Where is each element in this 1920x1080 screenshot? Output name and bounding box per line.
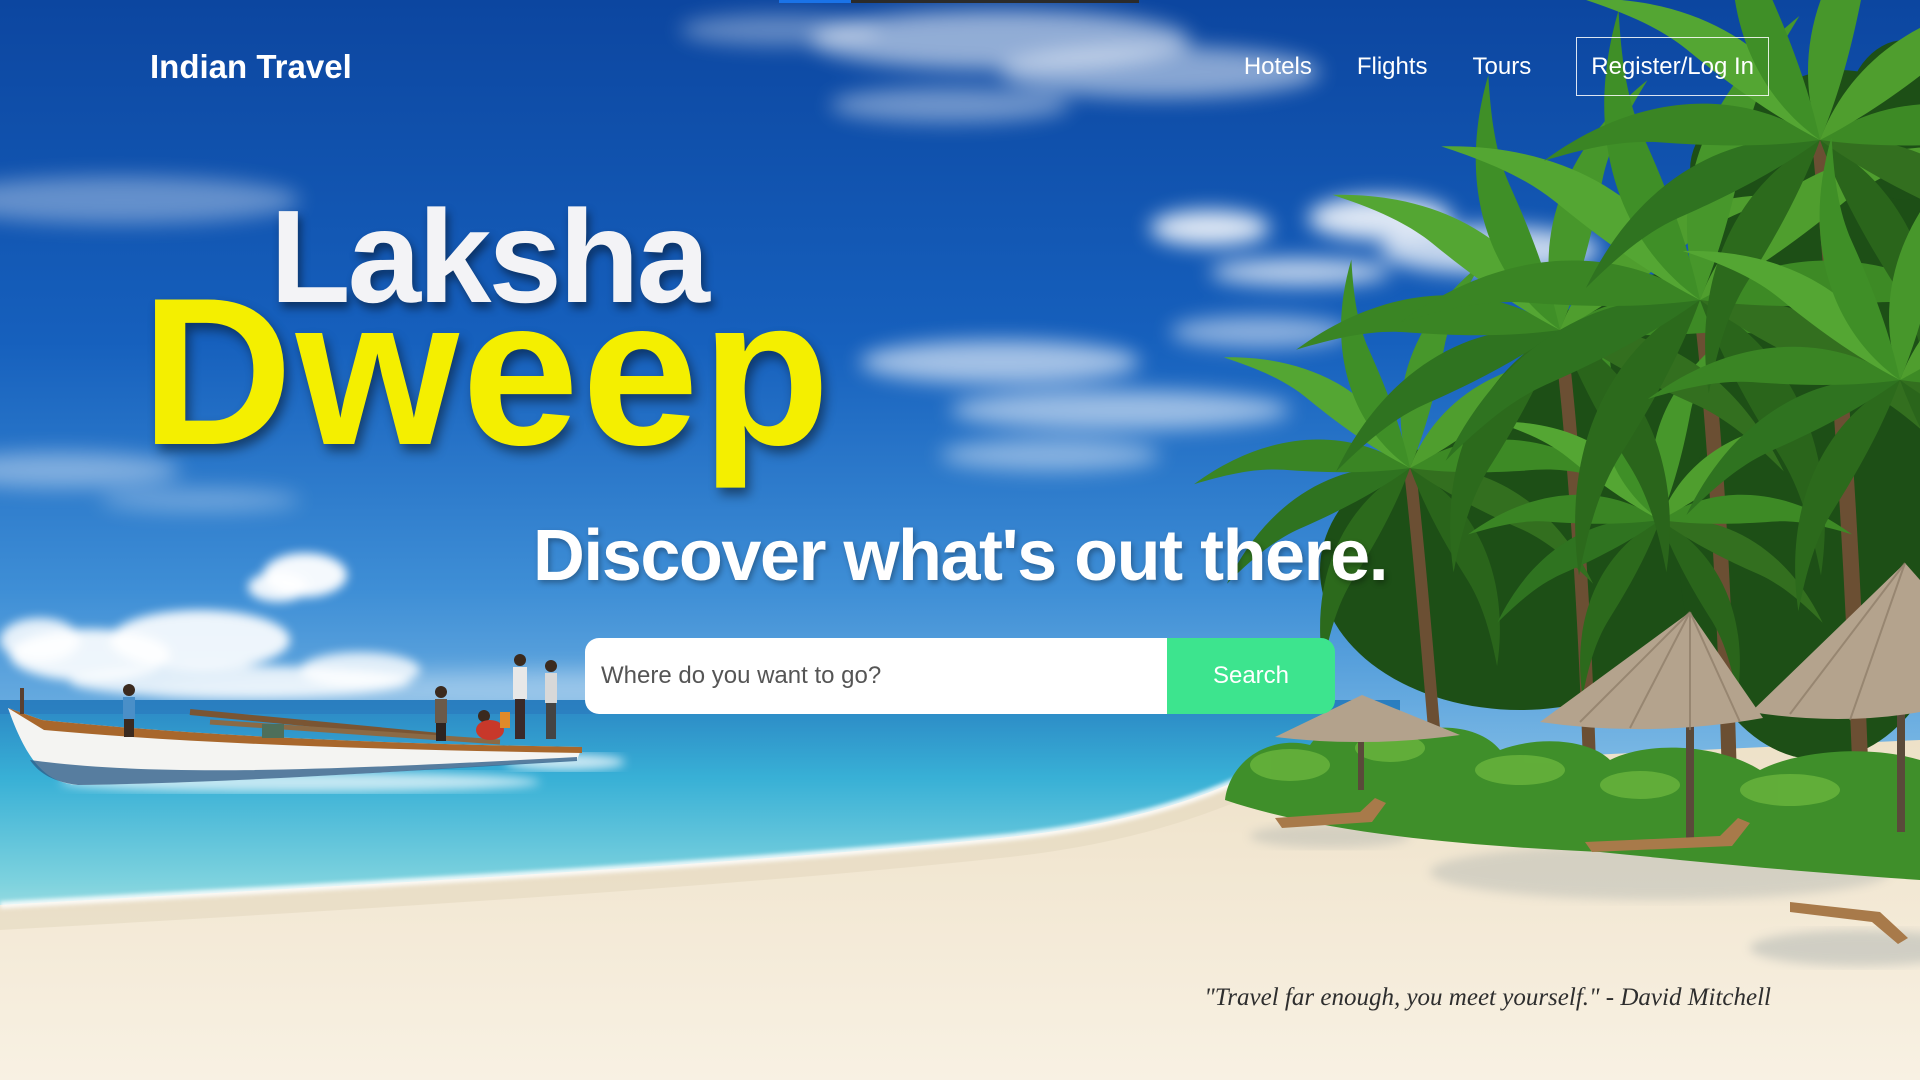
page-loading-bar [779,0,1139,3]
destination-search-form: Search [585,638,1335,714]
nav-link-flights[interactable]: Flights [1357,54,1428,79]
brand-logo-link[interactable]: Indian Travel [150,47,352,87]
nav-link-tours[interactable]: Tours [1473,54,1532,79]
title-line-dweep: Dweep [141,254,833,489]
loading-bar-fill [779,0,851,3]
landing-page: Indian Travel Hotels Flights Tours Regis… [0,0,1920,1080]
destination-search-input[interactable] [585,638,1167,714]
search-button[interactable]: Search [1167,638,1335,714]
nav-link-hotels[interactable]: Hotels [1244,54,1312,79]
hero-headline: Discover what's out there. [532,516,1389,596]
travel-quote: "Travel far enough, you meet yourself." … [1204,984,1771,1011]
nav-links: Hotels Flights Tours Register/Log In [1244,37,1769,96]
register-login-button[interactable]: Register/Log In [1576,37,1769,96]
